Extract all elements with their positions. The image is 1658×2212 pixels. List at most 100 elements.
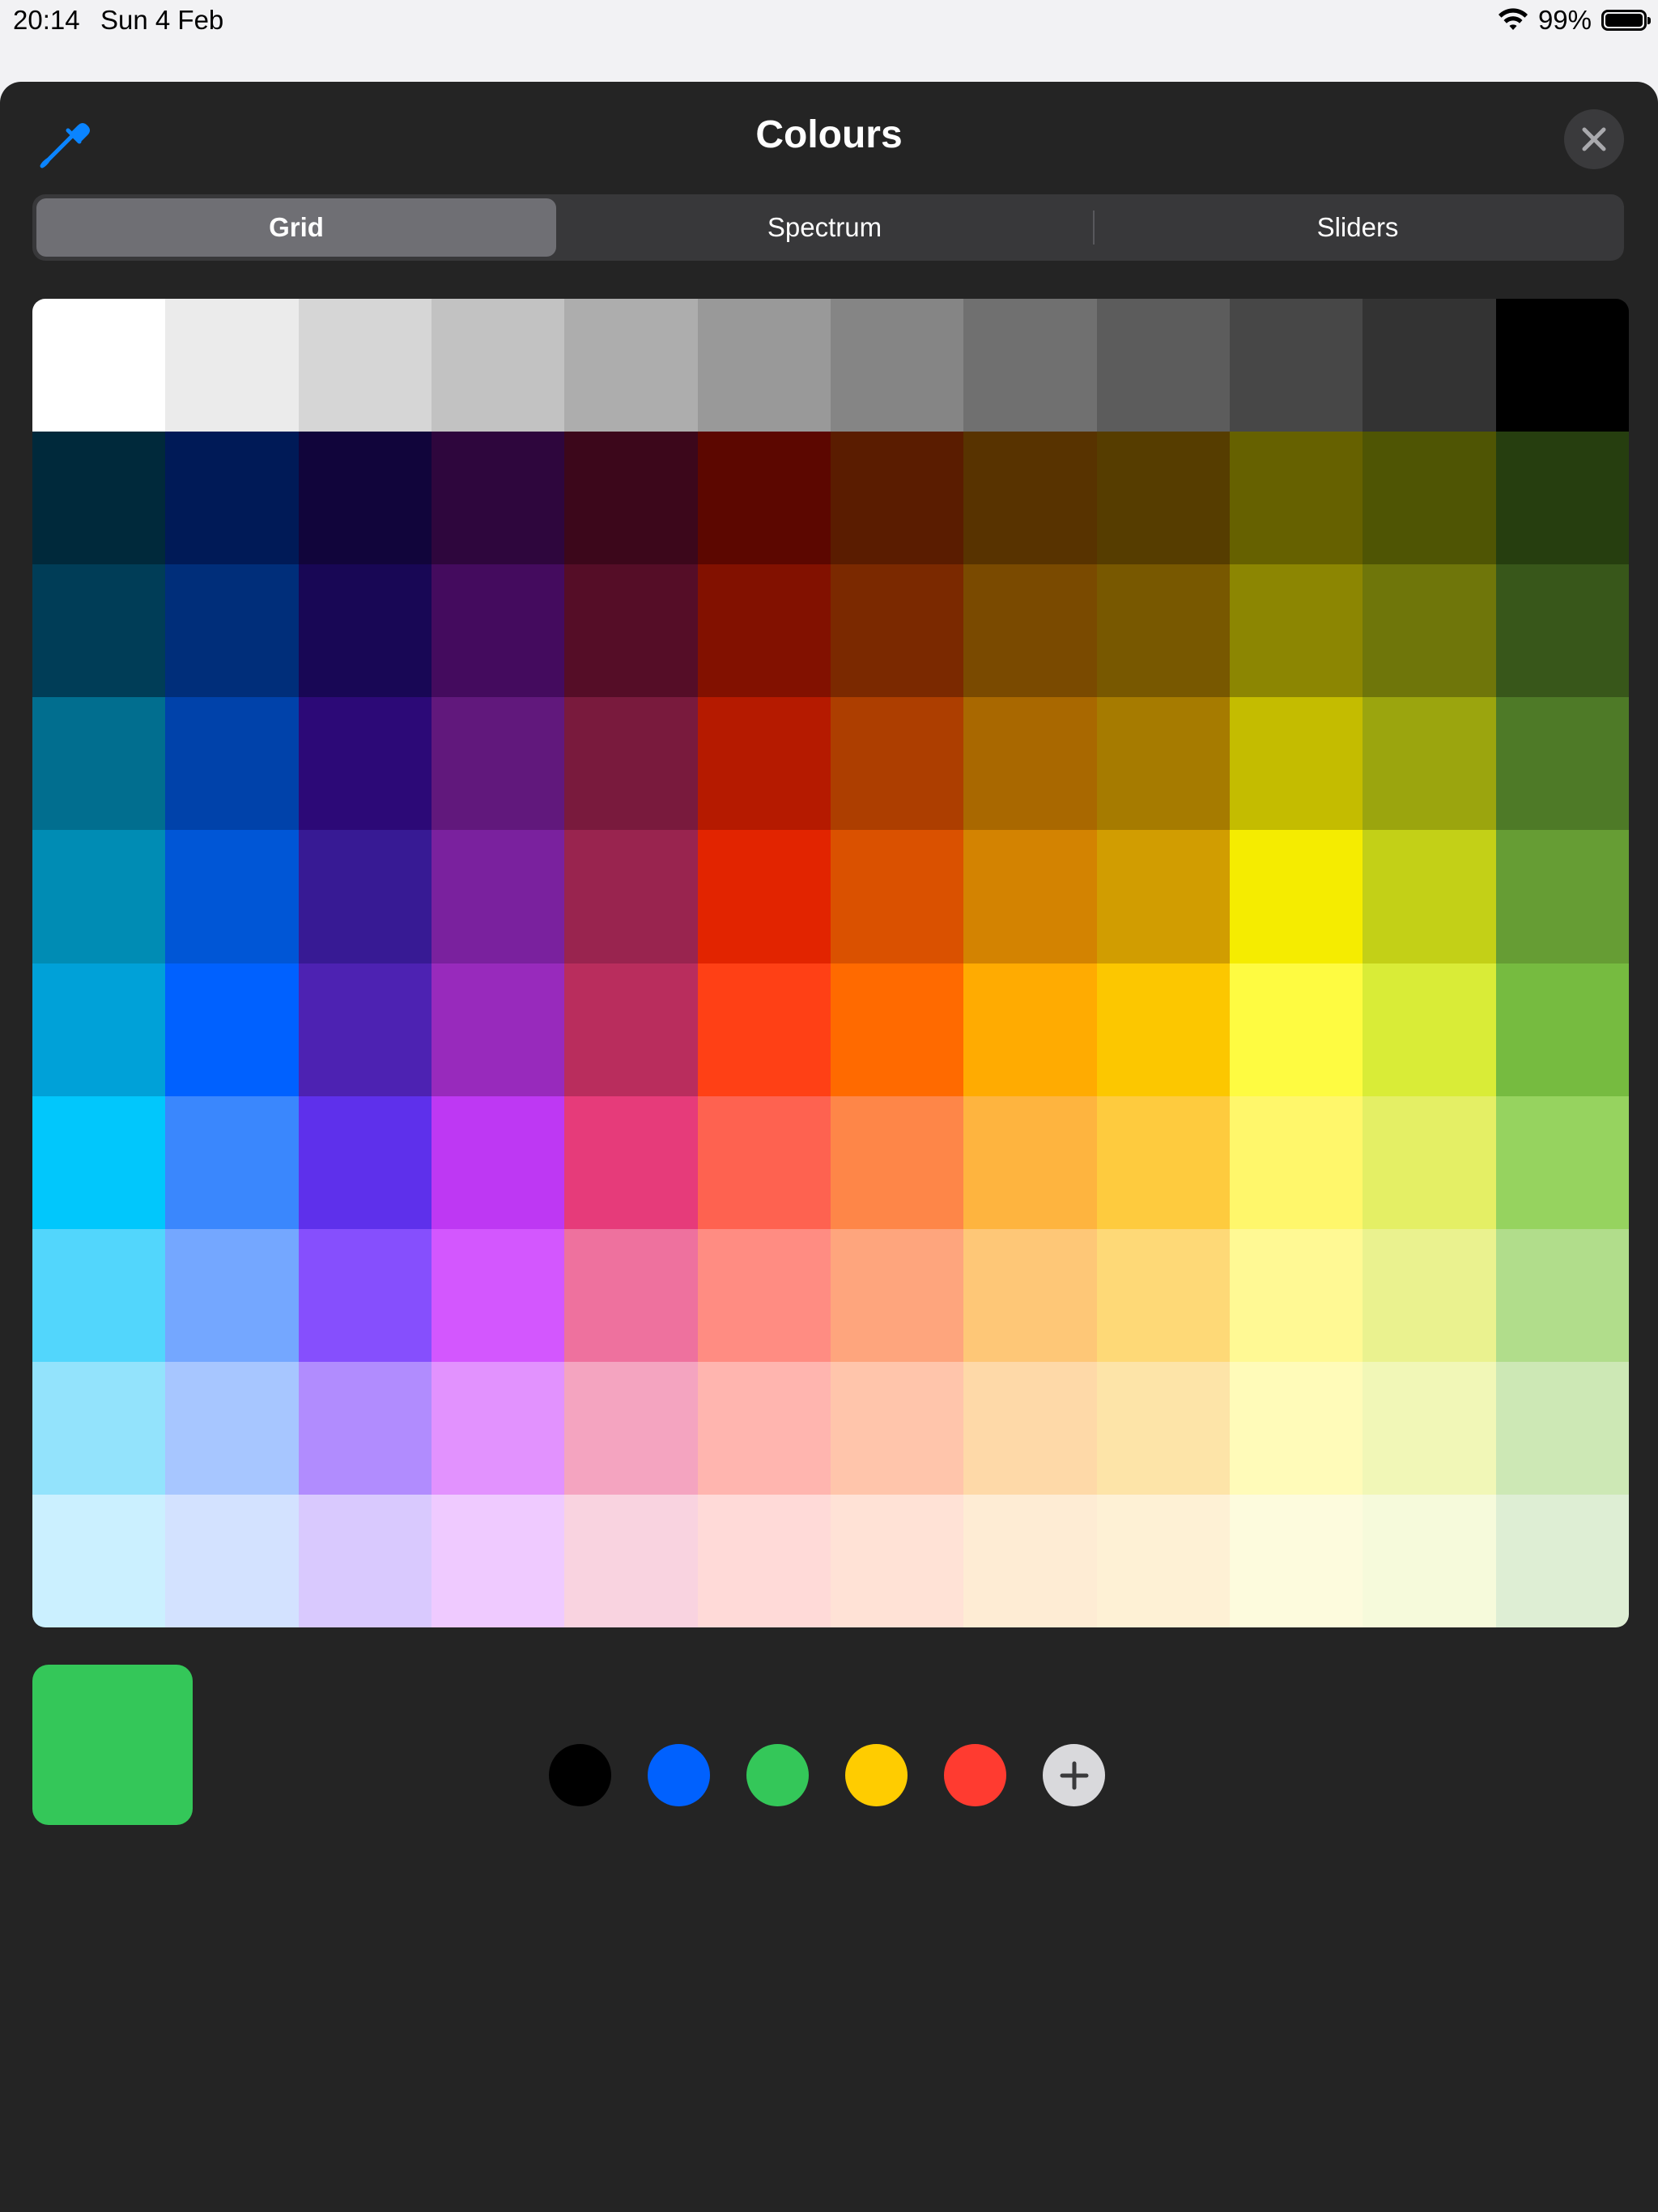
colour-cell[interactable] xyxy=(1495,1228,1629,1362)
colour-cell[interactable] xyxy=(431,830,565,963)
colour-cell[interactable] xyxy=(564,830,698,963)
colour-cell[interactable] xyxy=(1096,963,1230,1096)
favourite-colour-black[interactable] xyxy=(549,1744,611,1806)
colour-cell[interactable] xyxy=(697,1361,831,1495)
colour-cell[interactable] xyxy=(1363,1095,1496,1229)
colour-cell[interactable] xyxy=(1363,1494,1496,1627)
colour-cell[interactable] xyxy=(564,299,698,432)
colour-cell[interactable] xyxy=(32,1361,166,1495)
colour-cell[interactable] xyxy=(1363,830,1496,963)
colour-cell[interactable] xyxy=(298,1361,432,1495)
colour-cell[interactable] xyxy=(1495,299,1629,432)
colour-cell[interactable] xyxy=(32,299,166,432)
colour-cell[interactable] xyxy=(1096,299,1230,432)
colour-cell[interactable] xyxy=(963,564,1097,698)
colour-cell[interactable] xyxy=(1096,1228,1230,1362)
colour-cell[interactable] xyxy=(963,697,1097,831)
colour-cell[interactable] xyxy=(1229,299,1363,432)
colour-cell[interactable] xyxy=(1495,1095,1629,1229)
colour-cell[interactable] xyxy=(697,564,831,698)
colour-cell[interactable] xyxy=(963,1095,1097,1229)
colour-cell[interactable] xyxy=(431,697,565,831)
colour-cell[interactable] xyxy=(298,697,432,831)
colour-cell[interactable] xyxy=(1495,564,1629,698)
favourite-colour-blue[interactable] xyxy=(648,1744,710,1806)
colour-cell[interactable] xyxy=(564,1228,698,1362)
colour-cell[interactable] xyxy=(963,1361,1097,1495)
colour-cell[interactable] xyxy=(1495,697,1629,831)
colour-cell[interactable] xyxy=(1096,1361,1230,1495)
colour-cell[interactable] xyxy=(1495,830,1629,963)
colour-cell[interactable] xyxy=(697,697,831,831)
colour-cell[interactable] xyxy=(431,1494,565,1627)
colour-cell[interactable] xyxy=(32,432,166,565)
colour-cell[interactable] xyxy=(165,1228,299,1362)
tab-grid[interactable]: Grid xyxy=(36,198,556,257)
colour-cell[interactable] xyxy=(431,1361,565,1495)
colour-cell[interactable] xyxy=(963,1228,1097,1362)
colour-cell[interactable] xyxy=(1096,432,1230,565)
colour-cell[interactable] xyxy=(32,963,166,1096)
colour-cell[interactable] xyxy=(564,432,698,565)
colour-cell[interactable] xyxy=(1363,1361,1496,1495)
tab-spectrum[interactable]: Spectrum xyxy=(559,198,1090,257)
colour-cell[interactable] xyxy=(32,830,166,963)
colour-cell[interactable] xyxy=(298,299,432,432)
colour-cell[interactable] xyxy=(1229,830,1363,963)
colour-cell[interactable] xyxy=(165,1494,299,1627)
colour-cell[interactable] xyxy=(1363,963,1496,1096)
colour-cell[interactable] xyxy=(431,564,565,698)
colour-cell[interactable] xyxy=(1229,1095,1363,1229)
colour-cell[interactable] xyxy=(830,697,964,831)
colour-cell[interactable] xyxy=(298,564,432,698)
colour-cell[interactable] xyxy=(165,1095,299,1229)
colour-cell[interactable] xyxy=(564,697,698,831)
colour-cell[interactable] xyxy=(1229,1494,1363,1627)
colour-cell[interactable] xyxy=(830,564,964,698)
colour-cell[interactable] xyxy=(32,697,166,831)
colour-cell[interactable] xyxy=(298,432,432,565)
colour-cell[interactable] xyxy=(1363,1228,1496,1362)
colour-cell[interactable] xyxy=(165,299,299,432)
colour-cell[interactable] xyxy=(165,697,299,831)
colour-cell[interactable] xyxy=(830,963,964,1096)
colour-cell[interactable] xyxy=(564,564,698,698)
colour-cell[interactable] xyxy=(431,299,565,432)
colour-cell[interactable] xyxy=(298,1228,432,1362)
colour-cell[interactable] xyxy=(564,1095,698,1229)
colour-cell[interactable] xyxy=(697,299,831,432)
colour-cell[interactable] xyxy=(32,1494,166,1627)
add-favourite-button[interactable] xyxy=(1043,1744,1105,1806)
tab-sliders[interactable]: Sliders xyxy=(1095,198,1620,257)
colour-cell[interactable] xyxy=(963,299,1097,432)
colour-cell[interactable] xyxy=(697,1095,831,1229)
colour-cell[interactable] xyxy=(830,830,964,963)
colour-cell[interactable] xyxy=(165,432,299,565)
close-button[interactable] xyxy=(1564,109,1624,169)
favourite-colour-red[interactable] xyxy=(944,1744,1006,1806)
colour-cell[interactable] xyxy=(697,1494,831,1627)
colour-cell[interactable] xyxy=(830,432,964,565)
colour-cell[interactable] xyxy=(431,963,565,1096)
colour-cell[interactable] xyxy=(564,963,698,1096)
colour-cell[interactable] xyxy=(963,830,1097,963)
colour-cell[interactable] xyxy=(830,299,964,432)
colour-cell[interactable] xyxy=(1363,432,1496,565)
colour-cell[interactable] xyxy=(963,432,1097,565)
colour-cell[interactable] xyxy=(1096,564,1230,698)
colour-cell[interactable] xyxy=(431,1095,565,1229)
colour-cell[interactable] xyxy=(830,1095,964,1229)
colour-cell[interactable] xyxy=(1363,299,1496,432)
colour-cell[interactable] xyxy=(963,963,1097,1096)
colour-cell[interactable] xyxy=(1096,1494,1230,1627)
colour-cell[interactable] xyxy=(1363,564,1496,698)
colour-cell[interactable] xyxy=(32,564,166,698)
colour-cell[interactable] xyxy=(1229,697,1363,831)
colour-cell[interactable] xyxy=(165,830,299,963)
colour-cell[interactable] xyxy=(697,830,831,963)
colour-cell[interactable] xyxy=(298,963,432,1096)
colour-cell[interactable] xyxy=(1096,1095,1230,1229)
colour-cell[interactable] xyxy=(1096,830,1230,963)
colour-cell[interactable] xyxy=(1229,1361,1363,1495)
colour-cell[interactable] xyxy=(165,1361,299,1495)
